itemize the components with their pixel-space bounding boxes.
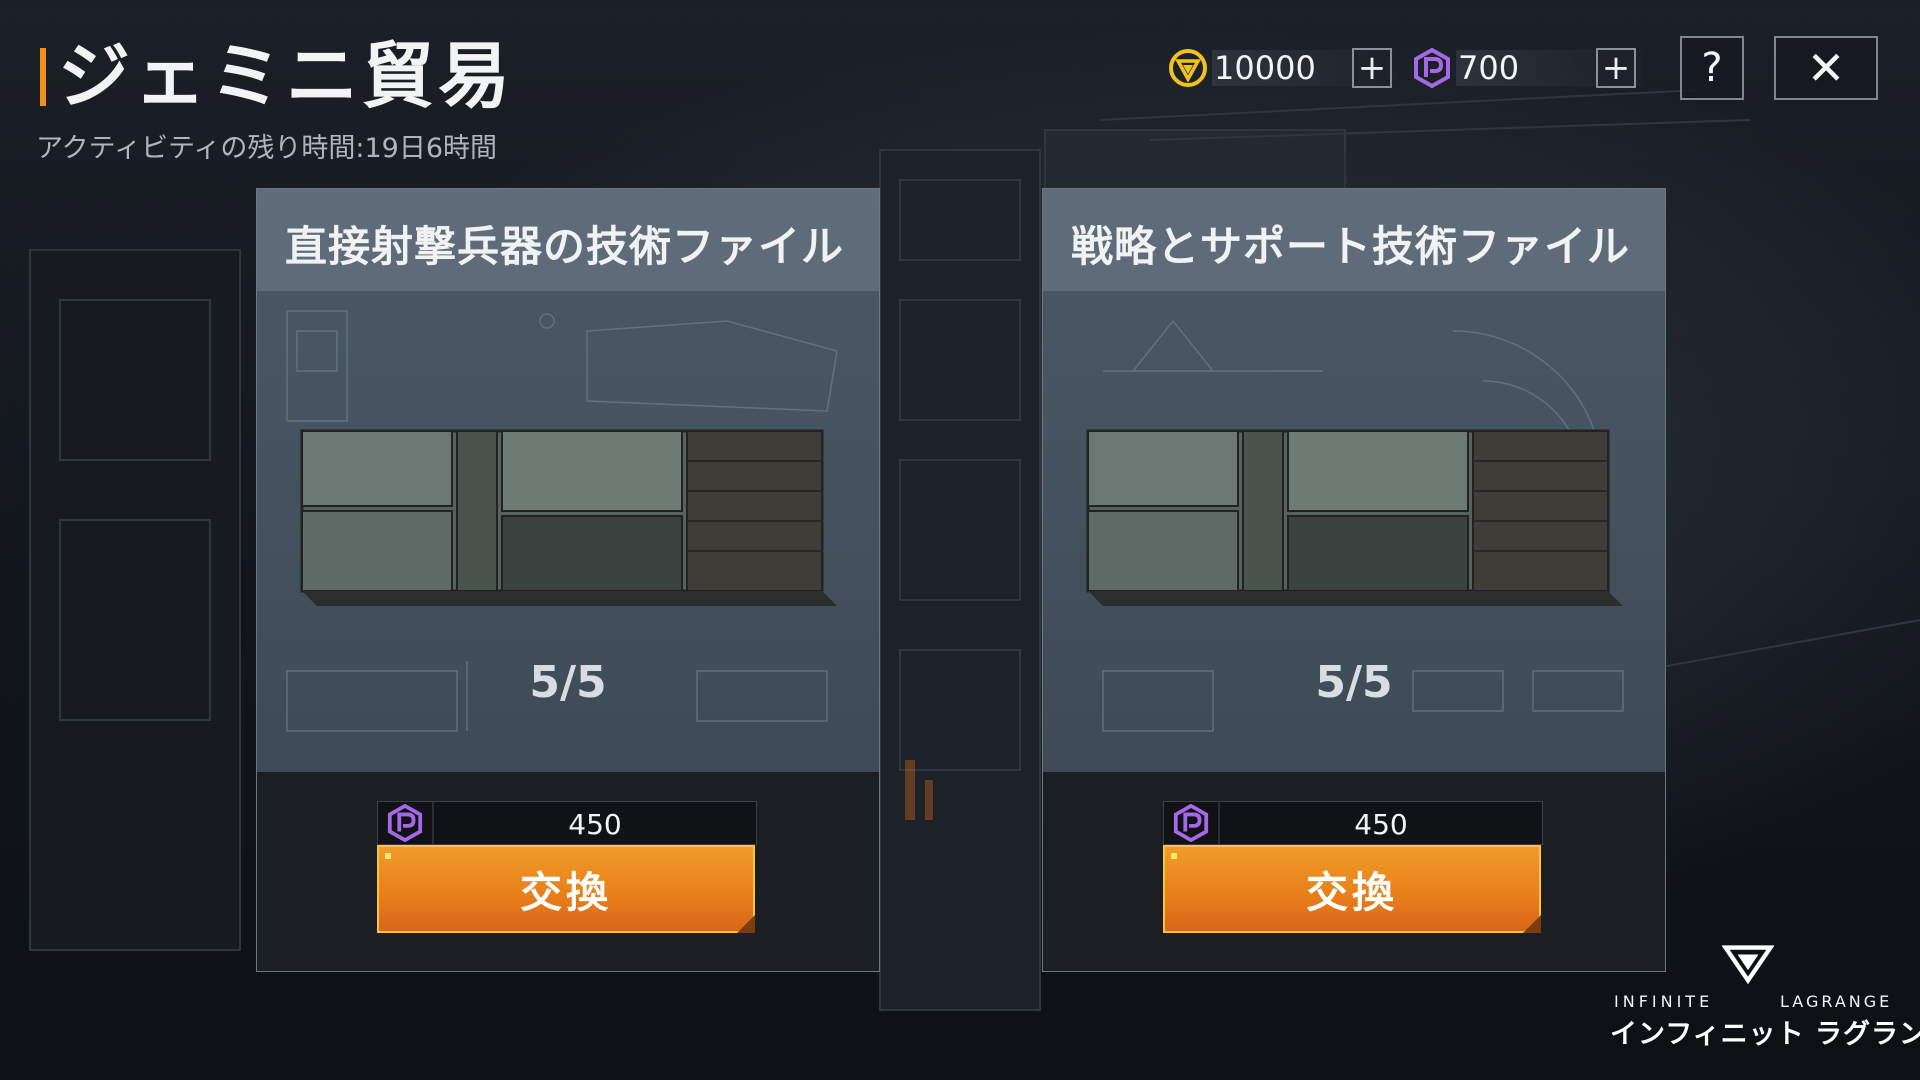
exchange-button-label: 交換	[1305, 867, 1398, 917]
crate-shape	[1086, 429, 1623, 606]
help-icon: ?	[1701, 45, 1723, 91]
currency-gold: 10000 +	[1168, 46, 1398, 90]
card-art-panel: 戦略とサポート技術ファイル 5/5	[1043, 189, 1665, 772]
exchange-card-direct-fire: 直接射撃兵器の技術ファイル 5/5 450 交換	[256, 188, 880, 972]
purple-p-token-icon	[1173, 804, 1209, 842]
button-corner-dot	[1171, 853, 1177, 859]
card-title: 直接射撃兵器の技術ファイル	[285, 222, 845, 271]
game-logo: INFINITE LAGRANGE インフィニット ラグランジュ	[1610, 942, 1920, 1054]
price-display: 450	[377, 801, 757, 845]
button-corner-notch	[1523, 915, 1541, 933]
button-corner-dot	[385, 853, 391, 859]
card-art-panel: 直接射撃兵器の技術ファイル 5/5	[257, 189, 879, 772]
exchange-button[interactable]: 交換	[377, 845, 755, 933]
stock-count: 5/5	[529, 657, 607, 708]
price-display: 450	[1163, 801, 1543, 845]
price-value: 450	[1354, 808, 1408, 841]
logo-text-japanese: インフィニット ラグランジュ	[1610, 1019, 1920, 1050]
price-value: 450	[568, 808, 622, 841]
title-accent-bar	[40, 48, 46, 106]
currency-token: 700 +	[1412, 46, 1642, 90]
lagrange-emblem-icon	[1722, 945, 1774, 985]
logo-text-infinite: INFINITE	[1614, 992, 1714, 1011]
logo-text-lagrange: LAGRANGE	[1780, 992, 1893, 1011]
add-token-button[interactable]: +	[1596, 48, 1636, 88]
add-gold-button[interactable]: +	[1352, 48, 1392, 88]
purple-p-token-icon	[387, 804, 423, 842]
close-icon: ✕	[1806, 41, 1846, 95]
gold-triangle-coin-icon	[1169, 49, 1207, 87]
purple-p-token-icon	[1414, 48, 1450, 88]
exchange-card-strategy-support: 戦略とサポート技術ファイル 5/5 450 交換	[1042, 188, 1666, 972]
crate-shape	[300, 429, 837, 606]
currency-gold-value: 10000	[1214, 49, 1316, 87]
exchange-button-label: 交換	[519, 867, 612, 917]
card-title: 戦略とサポート技術ファイル	[1071, 222, 1631, 271]
help-button[interactable]: ?	[1680, 36, 1744, 100]
button-corner-notch	[737, 915, 755, 933]
event-remaining-time: アクティビティの残り時間:19日6時間	[36, 133, 498, 164]
exchange-button[interactable]: 交換	[1163, 845, 1541, 933]
stock-count: 5/5	[1315, 657, 1393, 708]
page-title: ジェミニ貿易	[58, 34, 515, 118]
close-button[interactable]: ✕	[1774, 36, 1878, 100]
currency-token-value: 700	[1458, 49, 1520, 87]
